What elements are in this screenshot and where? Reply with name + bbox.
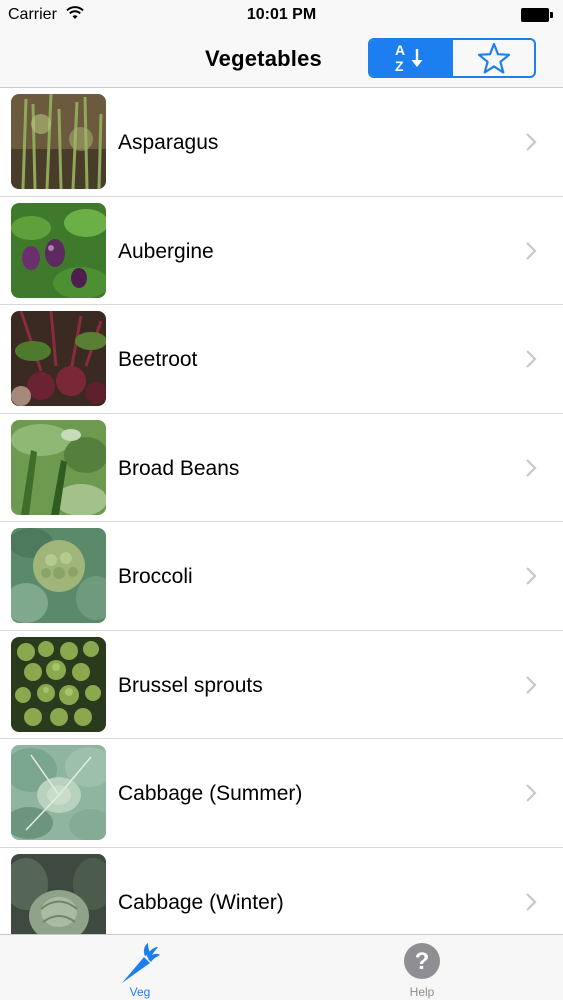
tab-bar: Veg ? Help	[0, 934, 563, 1000]
sort-az-segment[interactable]: A Z	[370, 40, 451, 76]
svg-text:?: ?	[415, 948, 430, 975]
beetroot-thumbnail	[11, 311, 106, 406]
svg-text:A: A	[395, 42, 405, 58]
favorites-segment[interactable]	[451, 40, 534, 76]
broccoli-thumbnail	[11, 528, 106, 623]
chevron-right-icon	[526, 350, 537, 368]
list-item-label: Cabbage (Winter)	[118, 890, 284, 914]
sort-az-icon: A Z	[395, 42, 422, 74]
chevron-right-icon	[526, 133, 537, 151]
cabbage-summer-thumbnail	[11, 745, 106, 840]
broad-beans-thumbnail	[11, 419, 106, 515]
status-time: 10:01 PM	[246, 6, 317, 23]
list-item[interactable]: Asparagus	[0, 88, 563, 197]
list-item-label: Beetroot	[118, 348, 198, 371]
asparagus-thumbnail	[11, 94, 106, 189]
star-icon	[477, 42, 510, 74]
chevron-right-icon	[526, 567, 537, 585]
chevron-right-icon	[526, 241, 537, 260]
sort-segmented-control: A Z	[368, 38, 536, 78]
page-title: Vegetables	[205, 46, 322, 71]
chevron-right-icon	[526, 458, 537, 477]
list-item[interactable]: Broad Beans	[0, 414, 563, 522]
carrot-icon	[122, 943, 160, 983]
tab-help-label: Help	[409, 985, 435, 999]
vegetable-list: Asparagus Aubergine Beetroot Broad Beans…	[0, 88, 563, 934]
chevron-right-icon	[526, 784, 537, 802]
list-item[interactable]: Cabbage (Summer)	[0, 739, 563, 848]
tab-veg-label: Veg	[129, 985, 151, 999]
list-item-label: Broccoli	[118, 565, 193, 588]
list-item-label: Brussel sprouts	[118, 673, 263, 697]
list-item-label: Broad Beans	[118, 456, 240, 480]
chevron-right-icon	[526, 675, 537, 694]
chevron-right-icon	[526, 892, 537, 911]
list-item[interactable]: Broccoli	[0, 522, 563, 631]
list-item-label: Aubergine	[118, 239, 214, 263]
svg-text:Z: Z	[395, 58, 404, 74]
list-item[interactable]: Aubergine	[0, 197, 563, 305]
list-item-label: Cabbage (Summer)	[118, 782, 303, 805]
tab-veg[interactable]: Veg	[70, 935, 210, 1000]
brussel-sprouts-thumbnail	[11, 636, 106, 732]
list-item[interactable]: Brussel sprouts	[0, 631, 563, 739]
status-bar: Carrier 10:01 PM	[0, 0, 563, 32]
list-item[interactable]: Cabbage (Winter)	[0, 848, 563, 934]
question-icon: ?	[404, 943, 440, 979]
navigation-bar: Vegetables A Z	[0, 32, 563, 88]
battery-icon	[521, 8, 553, 22]
tab-help[interactable]: ? Help	[352, 935, 492, 1000]
aubergine-thumbnail	[11, 202, 106, 298]
list-item[interactable]: Beetroot	[0, 305, 563, 414]
list-item-label: Asparagus	[118, 131, 219, 154]
cabbage-winter-thumbnail	[11, 853, 106, 934]
